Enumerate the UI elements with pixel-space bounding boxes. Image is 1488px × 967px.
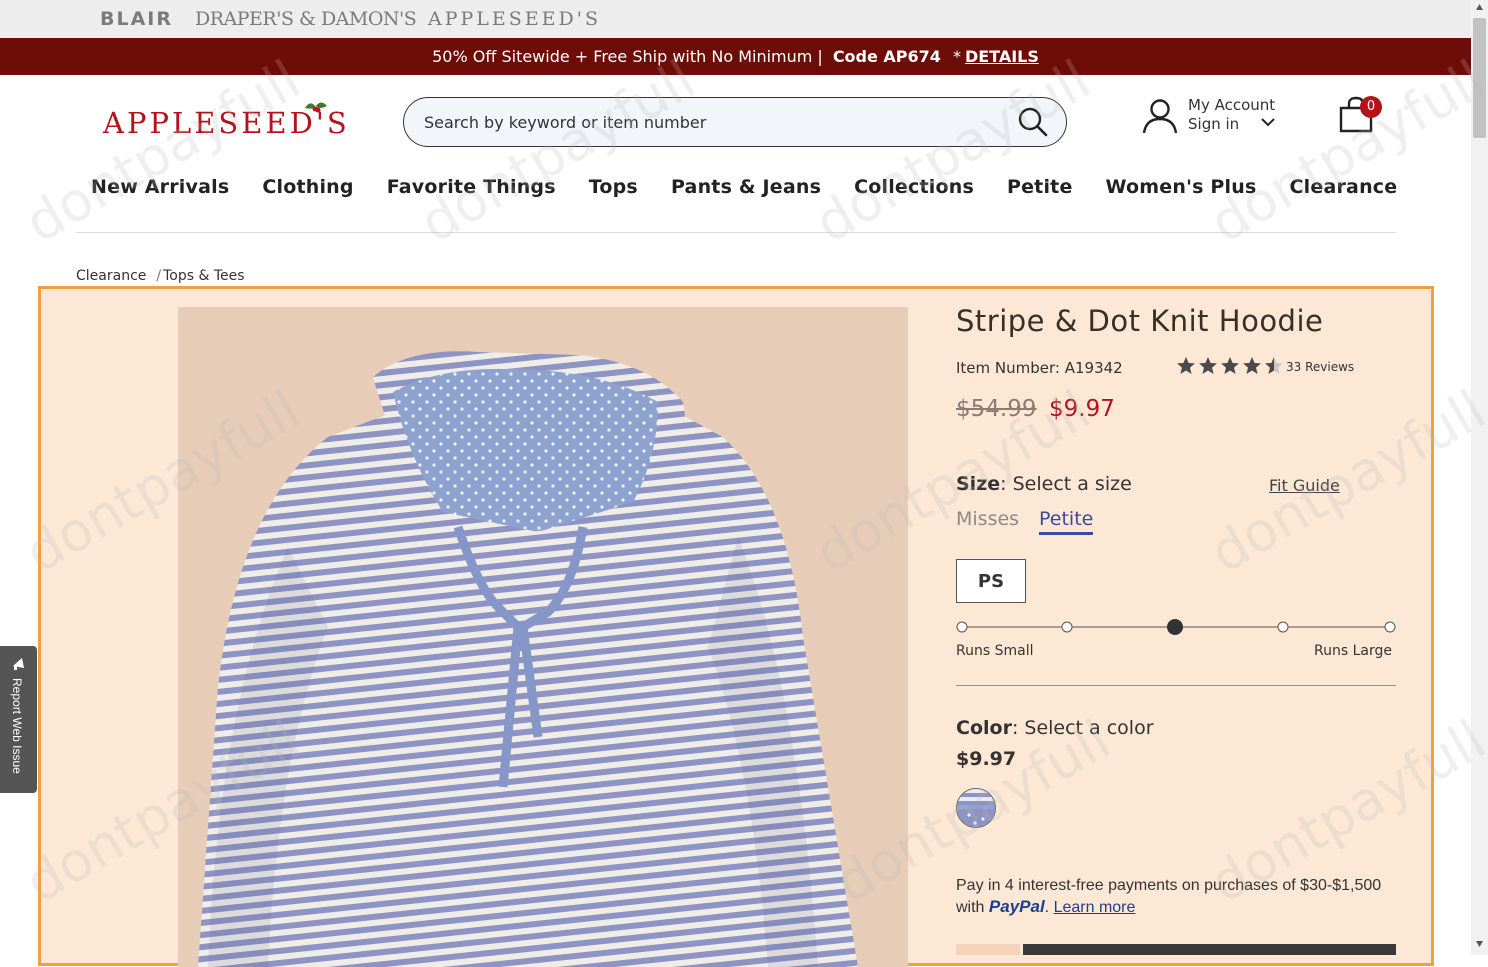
nav-collections[interactable]: Collections xyxy=(854,176,974,198)
fit-guide-link[interactable]: Fit Guide xyxy=(1269,476,1340,495)
account-signin[interactable]: Sign in xyxy=(1188,115,1239,133)
site-logo[interactable]: APPLESEED'S xyxy=(103,102,350,140)
star-full-icon xyxy=(1199,357,1217,374)
size-option-ps[interactable]: PS xyxy=(956,559,1026,603)
account-title: My Account xyxy=(1188,96,1276,114)
star-full-icon xyxy=(1243,357,1261,374)
paypal-learn-more-link[interactable]: Learn more xyxy=(1054,899,1136,916)
paypal-message: Pay in 4 interest-free payments on purch… xyxy=(956,875,1396,918)
color-price: $9.97 xyxy=(956,748,1017,770)
star-half-icon xyxy=(1265,357,1283,374)
brand-blair-link[interactable]: BLAIR xyxy=(100,8,173,30)
rating-stars[interactable] xyxy=(1176,356,1284,376)
color-label-title: Color xyxy=(956,717,1012,739)
chevron-down-icon[interactable] xyxy=(1260,116,1276,128)
report-web-issue-label: Report Web Issue xyxy=(10,678,24,774)
scrollbar-thumb[interactable] xyxy=(1473,18,1486,138)
report-web-issue-tab[interactable]: Report Web Issue xyxy=(0,646,37,793)
product-title: Stripe & Dot Knit Hoodie xyxy=(956,304,1324,338)
nav-tops[interactable]: Tops xyxy=(589,176,638,198)
breadcrumb-separator: / xyxy=(156,268,162,284)
star-full-icon xyxy=(1177,357,1195,374)
color-swatch[interactable] xyxy=(956,788,996,828)
hoodie-illustration xyxy=(198,351,858,967)
watermark: dontpayfull xyxy=(409,47,706,256)
color-prompt: : Select a color xyxy=(1011,717,1154,739)
item-number: Item Number: A19342 xyxy=(956,359,1123,377)
nav-pants-jeans[interactable]: Pants & Jeans xyxy=(671,176,821,198)
megaphone-icon xyxy=(13,658,24,670)
sister-brands-bar: BLAIR DRAPER'S & DAMON'S APPLESEED'S xyxy=(0,0,1471,38)
brand-drapers-link[interactable]: DRAPER'S & DAMON'S xyxy=(195,8,417,30)
original-price: $54.99 xyxy=(956,396,1037,422)
star-full-icon xyxy=(1221,357,1239,374)
size-label-title: Size xyxy=(956,473,1001,495)
quantity-box[interactable] xyxy=(956,944,1020,955)
paypal-logo: PayPal xyxy=(988,897,1045,916)
fit-scale xyxy=(956,619,1396,635)
size-prompt: : Select a size xyxy=(1000,473,1132,495)
search-icon[interactable] xyxy=(1018,107,1048,137)
watermark: dontpayfull xyxy=(804,47,1101,256)
fit-runs-small: Runs Small xyxy=(956,643,1034,659)
breadcrumb-clearance[interactable]: Clearance xyxy=(76,268,146,284)
main-nav: New Arrivals Clothing Favorite Things To… xyxy=(91,176,1397,198)
search-input[interactable] xyxy=(422,111,1002,133)
promo-text: 50% Off Sitewide + Free Ship with No Min… xyxy=(432,47,823,66)
nav-womens-plus[interactable]: Women's Plus xyxy=(1106,176,1257,198)
promo-details-link[interactable]: DETAILS xyxy=(965,47,1039,66)
nav-new-arrivals[interactable]: New Arrivals xyxy=(91,176,229,198)
size-tab-petite[interactable]: Petite xyxy=(1039,508,1094,535)
brand-appleseeds-link[interactable]: APPLESEED'S xyxy=(428,8,601,30)
add-to-bag-button[interactable] xyxy=(1023,944,1396,955)
breadcrumb: Clearance / Tops & Tees xyxy=(76,268,245,284)
swatch-pattern xyxy=(957,789,995,827)
promo-code: Code AP674 xyxy=(832,47,941,66)
watermark: dontpayfull xyxy=(14,47,311,256)
watermark: dontpayfull xyxy=(1199,47,1488,256)
sale-price: $9.97 xyxy=(1049,396,1115,422)
nav-petite[interactable]: Petite xyxy=(1007,176,1073,198)
fit-runs-large: Runs Large xyxy=(1314,643,1392,659)
paypal-period: . xyxy=(1044,899,1050,916)
user-icon xyxy=(1142,99,1178,134)
scroll-up-icon[interactable] xyxy=(1475,3,1484,11)
section-divider xyxy=(956,685,1396,686)
product-image[interactable] xyxy=(178,307,908,967)
reviews-count-link[interactable]: 33 Reviews xyxy=(1286,360,1354,374)
promo-details-prefix: * xyxy=(952,47,961,66)
nav-favorite-things[interactable]: Favorite Things xyxy=(387,176,556,198)
breadcrumb-tops-tees[interactable]: Tops & Tees xyxy=(163,268,244,284)
nav-clearance[interactable]: Clearance xyxy=(1290,176,1398,198)
search-bar xyxy=(403,97,1067,147)
scroll-down-icon[interactable] xyxy=(1475,940,1484,948)
cart-button[interactable]: 0 xyxy=(1338,96,1382,138)
nav-clothing[interactable]: Clothing xyxy=(262,176,353,198)
size-label: Size: Select a size xyxy=(956,473,1132,495)
promo-banner: 50% Off Sitewide + Free Ship with No Min… xyxy=(0,38,1471,75)
nav-divider xyxy=(76,232,1396,233)
holly-icon xyxy=(305,102,327,113)
size-tab-misses[interactable]: Misses xyxy=(956,508,1019,530)
cart-count-badge: 0 xyxy=(1360,96,1382,118)
color-label: Color: Select a color xyxy=(956,717,1154,739)
page-scrollbar[interactable] xyxy=(1471,0,1488,955)
